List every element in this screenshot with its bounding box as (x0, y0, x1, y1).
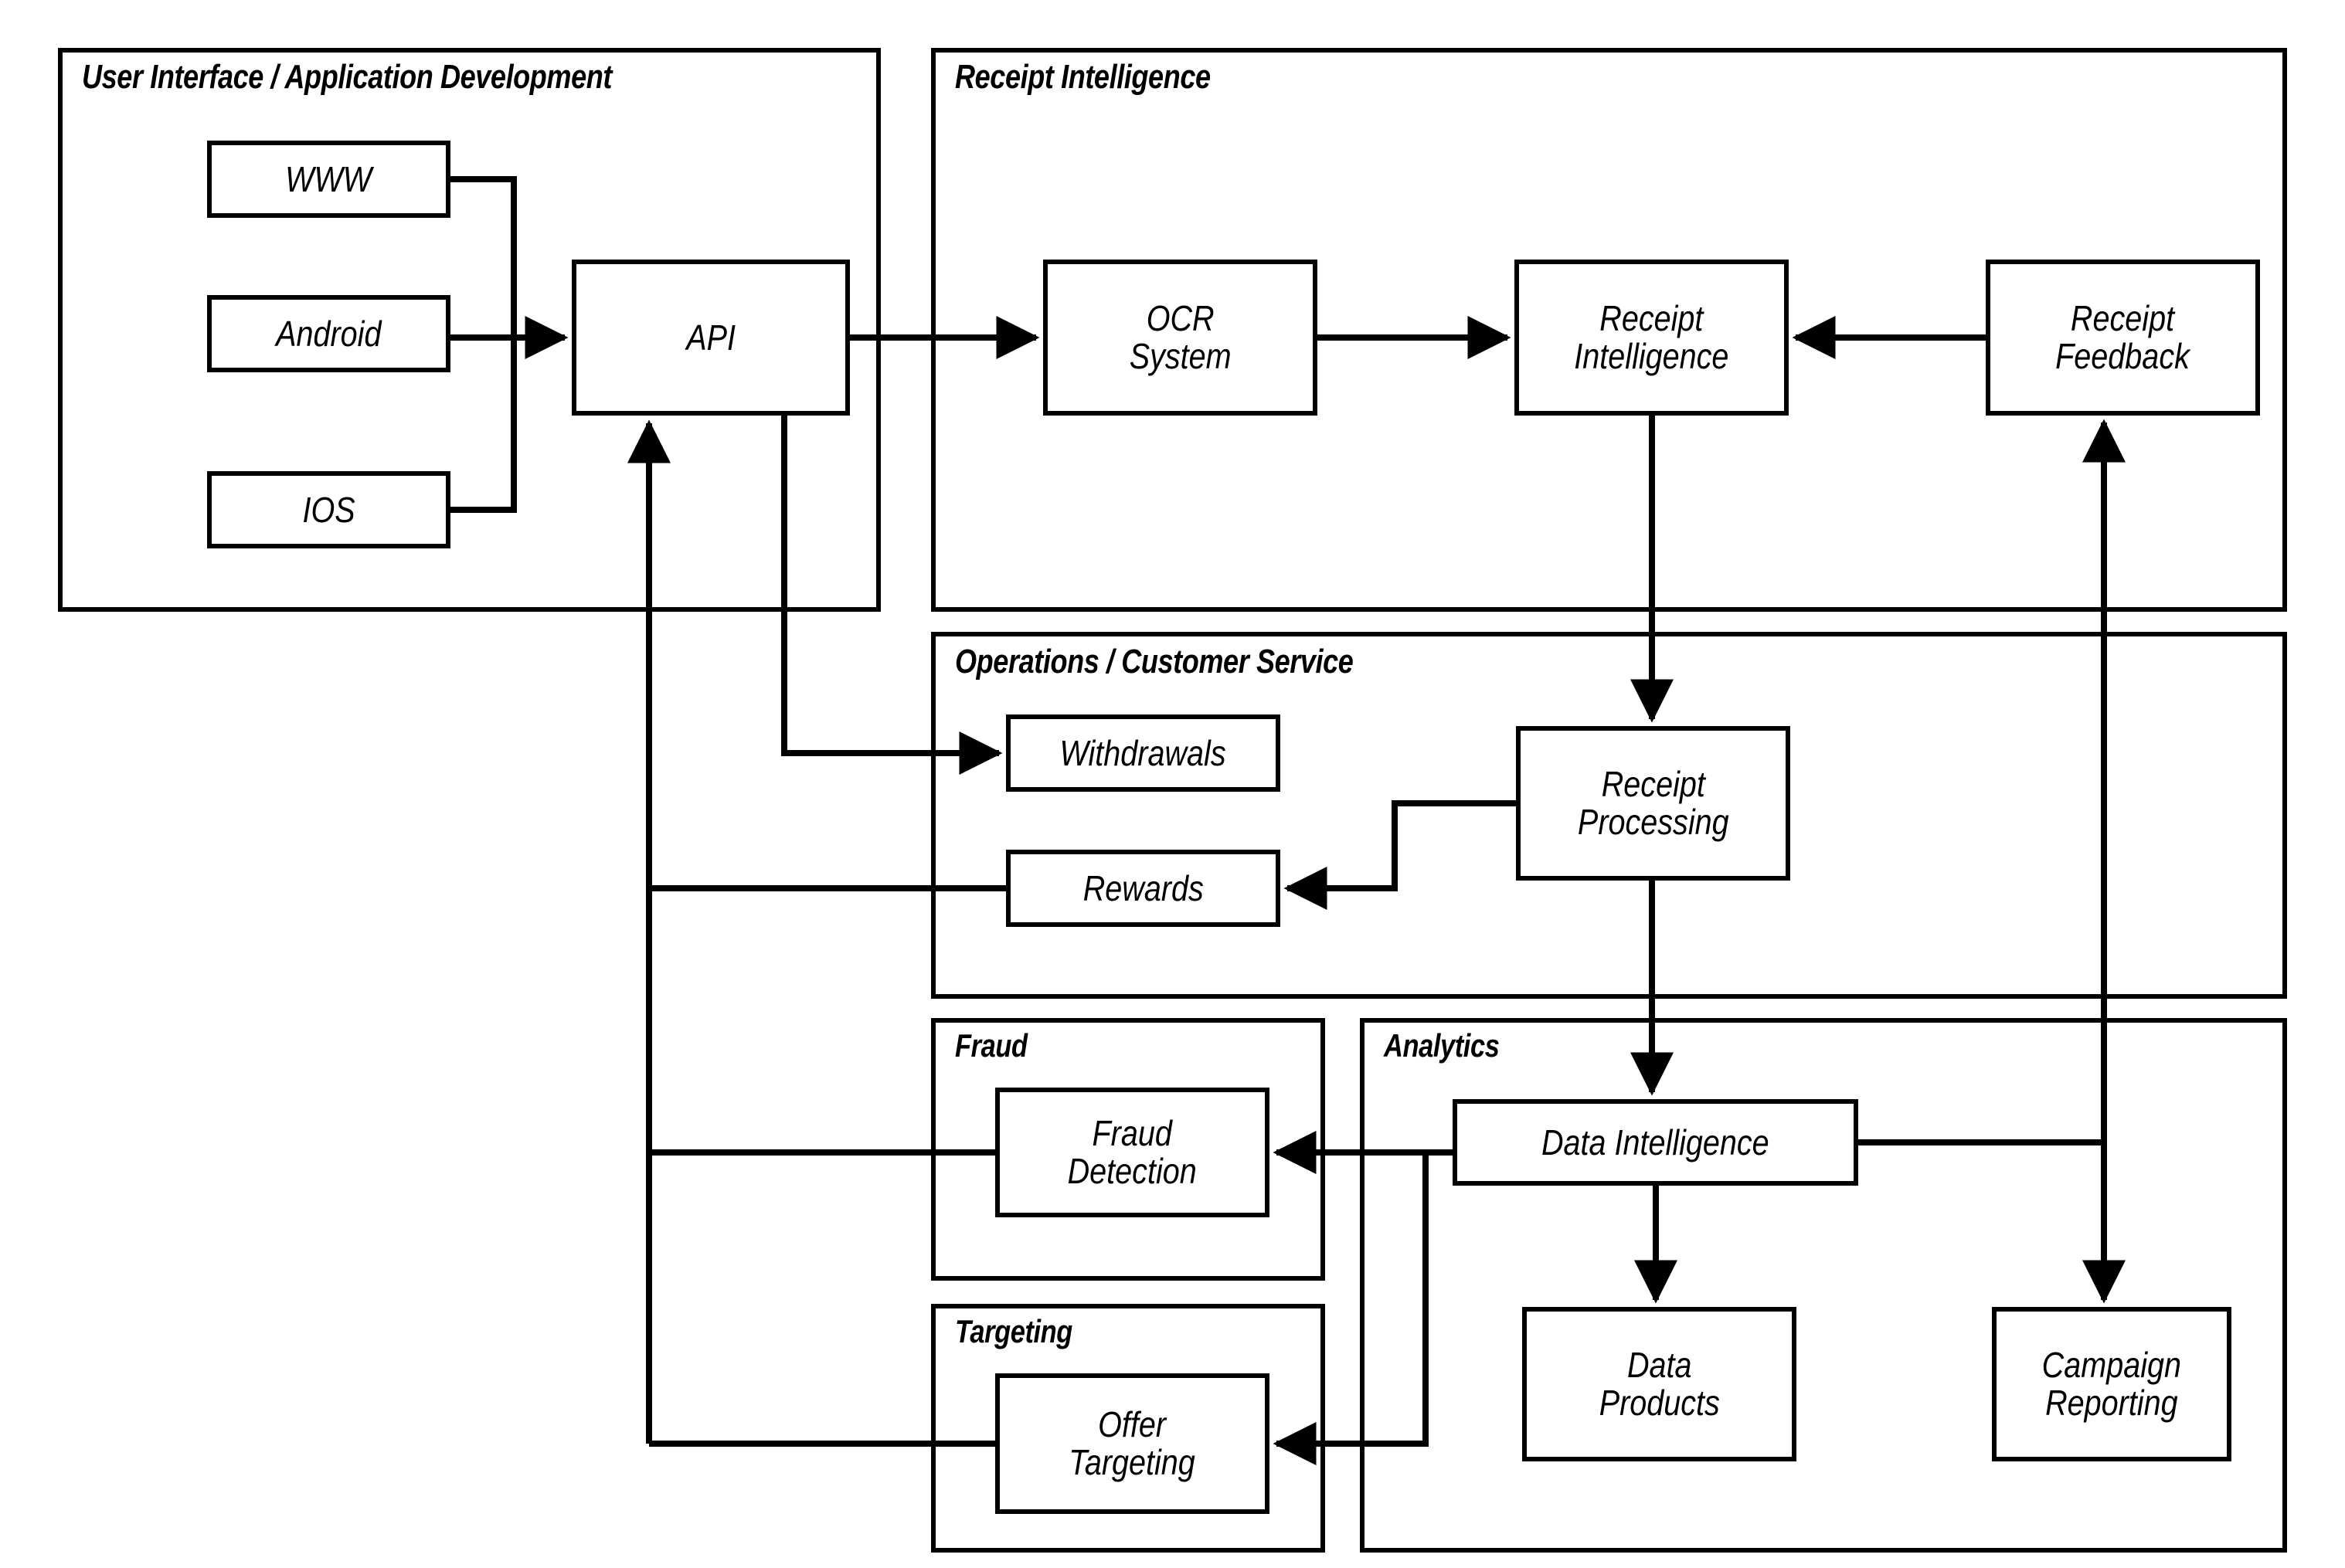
node-ios[interactable]: IOS (207, 471, 450, 548)
panel-analytics (1360, 1018, 2287, 1553)
node-receipt-processing[interactable]: Receipt Processing (1516, 726, 1790, 881)
node-receipt-feedback[interactable]: Receipt Feedback (1986, 260, 2260, 416)
node-label-receipt-intelligence: Receipt Intelligence (1574, 298, 1729, 376)
panel-title-targeting: Targeting (955, 1313, 1072, 1349)
panel-title-receipt-intelligence: Receipt Intelligence (955, 58, 1211, 96)
node-label-rewards: Rewards (1082, 867, 1204, 908)
panel-title-fraud: Fraud (955, 1027, 1028, 1064)
node-ocr-system[interactable]: OCR System (1043, 260, 1317, 416)
node-offer-targeting[interactable]: Offer Targeting (995, 1373, 1269, 1514)
node-label-ocr-system: OCR System (1129, 298, 1232, 376)
node-api[interactable]: API (572, 260, 850, 416)
node-label-withdrawals: Withdrawals (1059, 732, 1227, 773)
node-withdrawals[interactable]: Withdrawals (1006, 714, 1280, 792)
node-label-offer-targeting: Offer Targeting (1069, 1404, 1196, 1482)
node-rewards[interactable]: Rewards (1006, 850, 1280, 927)
node-label-data-intelligence: Data Intelligence (1541, 1122, 1769, 1162)
node-label-www: WWW (285, 158, 372, 199)
node-fraud-detection[interactable]: Fraud Detection (995, 1088, 1269, 1217)
node-label-fraud-detection: Fraud Detection (1067, 1113, 1198, 1191)
architecture-diagram: User Interface / Application Development… (0, 0, 2345, 1568)
panel-title-analytics: Analytics (1384, 1027, 1500, 1064)
node-android[interactable]: Android (207, 295, 450, 372)
node-label-campaign-reporting: Campaign Reporting (2041, 1345, 2182, 1423)
node-www[interactable]: WWW (207, 141, 450, 218)
node-label-receipt-processing: Receipt Processing (1577, 764, 1729, 842)
node-label-receipt-feedback: Receipt Feedback (2055, 298, 2190, 376)
node-data-products[interactable]: Data Products (1522, 1307, 1796, 1461)
node-label-android: Android (276, 313, 382, 354)
node-label-data-products: Data Products (1599, 1345, 1720, 1423)
panel-title-operations-customer-service: Operations / Customer Service (955, 643, 1354, 680)
node-data-intelligence[interactable]: Data Intelligence (1453, 1099, 1858, 1186)
panel-title-user-interface: User Interface / Application Development (82, 58, 613, 96)
node-receipt-intelligence[interactable]: Receipt Intelligence (1514, 260, 1789, 416)
node-label-ios: IOS (302, 489, 355, 530)
node-label-api: API (686, 317, 736, 358)
node-campaign-reporting[interactable]: Campaign Reporting (1992, 1307, 2231, 1461)
